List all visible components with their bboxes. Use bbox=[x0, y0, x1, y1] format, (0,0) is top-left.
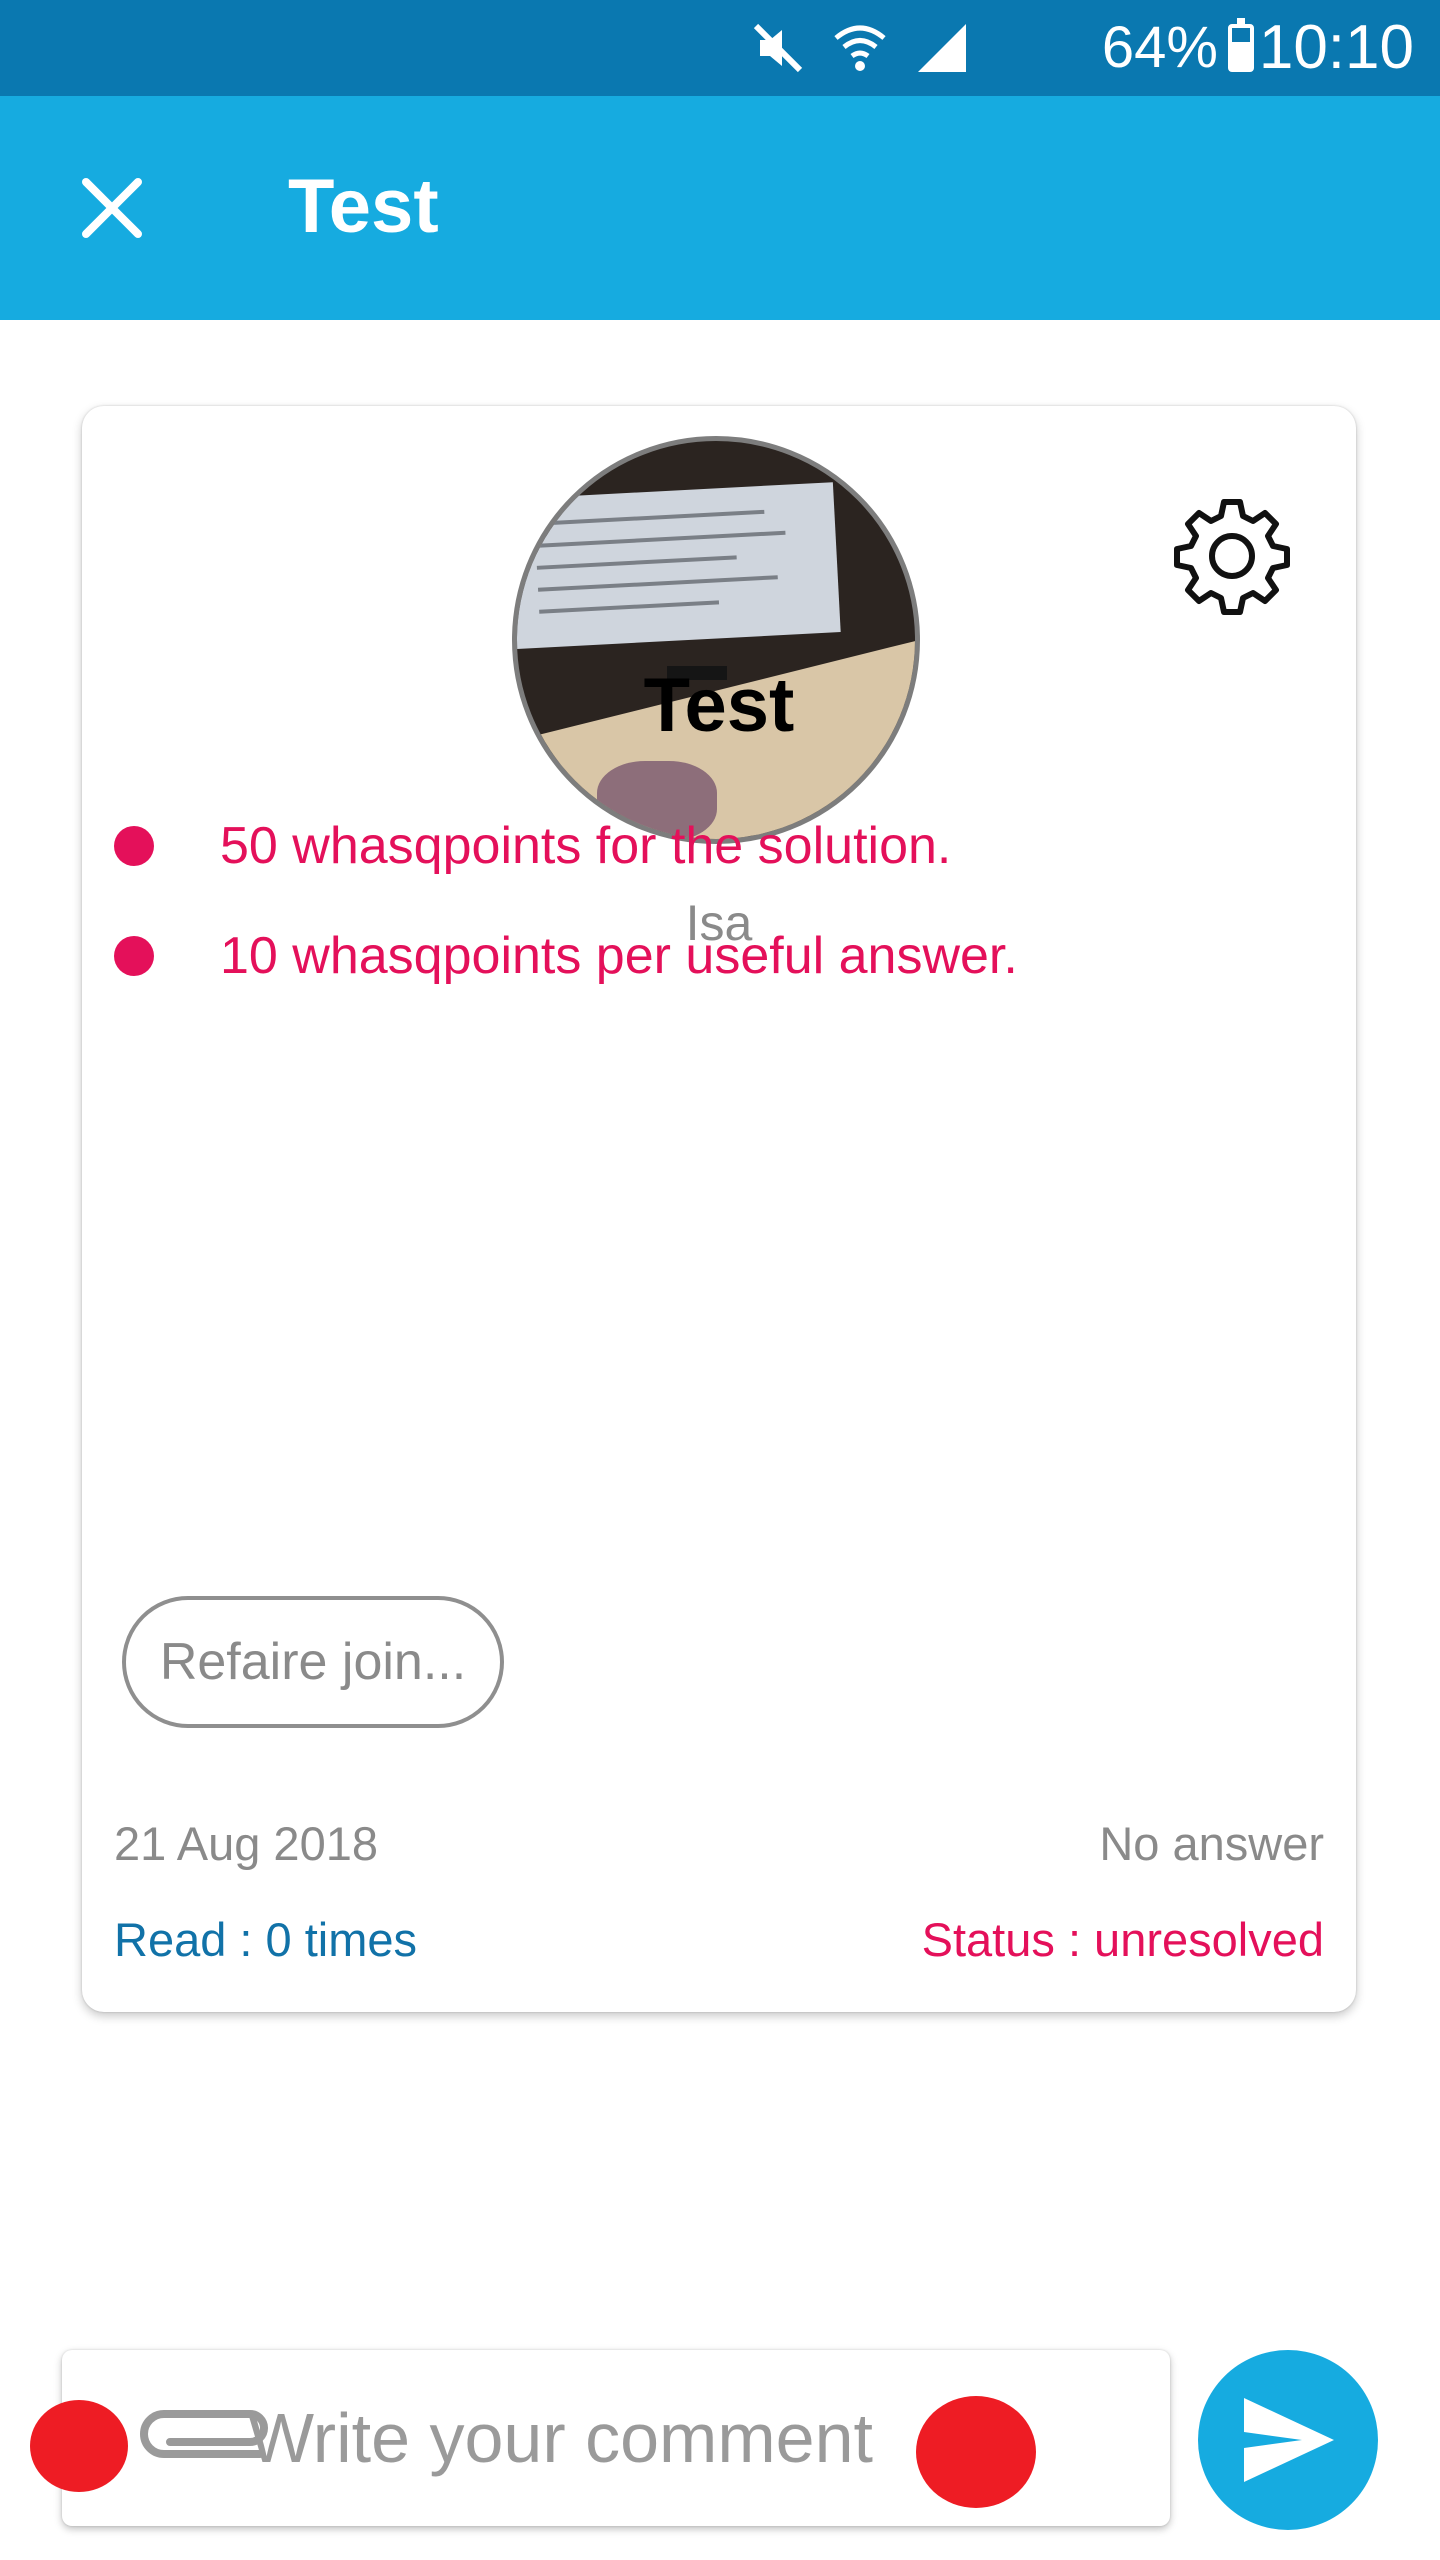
battery-icon bbox=[1228, 18, 1254, 72]
wifi-icon bbox=[834, 25, 886, 71]
question-title: Test bbox=[643, 663, 795, 748]
annotation-marker bbox=[30, 2400, 128, 2492]
avatar[interactable] bbox=[512, 436, 920, 844]
reward-item: 50 whasqpoints for the solution. bbox=[114, 816, 951, 876]
status-bar: 64% 10:10 bbox=[0, 0, 1440, 96]
send-button[interactable] bbox=[1198, 2350, 1378, 2530]
bullet-dot bbox=[114, 826, 154, 866]
reward-item: 10 whasqpoints per useful answer. bbox=[114, 926, 1018, 986]
mute-icon bbox=[753, 23, 803, 73]
comment-placeholder: Write your comment bbox=[248, 2399, 873, 2477]
attachment-chip[interactable]: Refaire join... bbox=[122, 1596, 504, 1728]
send-icon bbox=[1244, 2398, 1334, 2482]
annotation-marker bbox=[916, 2396, 1036, 2508]
close-icon[interactable] bbox=[72, 168, 152, 248]
answer-count: No answer bbox=[1099, 1817, 1324, 1870]
reward-text: 50 whasqpoints for the solution. bbox=[220, 817, 952, 875]
question-card: Isa Test 50 whasqpoints for the solution… bbox=[82, 406, 1356, 2012]
status-icons bbox=[750, 20, 970, 76]
question-date: 21 Aug 2018 bbox=[114, 1817, 378, 1870]
clock: 10:10 bbox=[1258, 13, 1414, 82]
status-text: Status : unresolved bbox=[921, 1913, 1324, 1966]
reward-text: 10 whasqpoints per useful answer. bbox=[220, 927, 1018, 985]
signal-icon bbox=[918, 24, 966, 72]
battery-percent: 64% bbox=[1101, 15, 1218, 80]
read-count: Read : 0 times bbox=[114, 1913, 418, 1966]
avatar-photo bbox=[517, 482, 841, 650]
app-bar-title: Test bbox=[288, 164, 439, 249]
gear-icon[interactable] bbox=[1170, 494, 1294, 618]
bullet-dot bbox=[114, 936, 154, 976]
app-bar: Test bbox=[0, 96, 1440, 320]
